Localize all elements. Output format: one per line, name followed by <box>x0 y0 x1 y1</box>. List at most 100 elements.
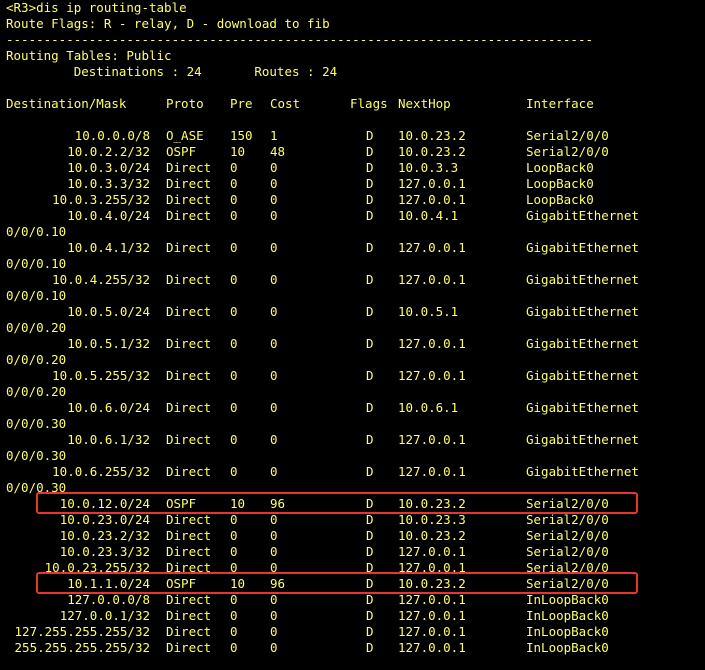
route-destination: 10.0.23.2/32 <box>59 528 150 543</box>
route-nexthop: 127.0.0.1 <box>398 176 466 191</box>
route-pre: 0 <box>230 208 238 223</box>
route-cost: 0 <box>270 544 278 559</box>
route-proto: OSPF <box>166 144 197 159</box>
route-proto: Direct <box>166 272 212 287</box>
route-destination: 10.0.6.1/32 <box>67 432 150 447</box>
header-flags: Flags <box>350 96 388 111</box>
command-prompt-line: <R3>dis ip routing-table <box>6 0 187 15</box>
route-interface: Serial2/0/0 <box>526 528 609 543</box>
route-destination: 10.0.0.0/8 <box>74 128 150 143</box>
table-row: 10.0.3.255/32 Direct 0 0 D 127.0.0.1 LoopBack0 <box>0 192 705 208</box>
route-flags: D <box>366 144 374 159</box>
route-cost: 0 <box>270 432 278 447</box>
table-row: 10.0.4.0/24 Direct 0 0 D 10.0.4.1 GigabitEther… <box>0 208 705 224</box>
route-interface: InLoopBack0 <box>526 624 609 639</box>
route-interface-wrap: 0/0/0.30 <box>6 448 67 463</box>
route-destination: 10.0.4.255/32 <box>52 272 150 287</box>
route-cost: 48 <box>270 144 286 159</box>
route-cost: 0 <box>270 272 278 287</box>
route-proto: Direct <box>166 400 212 415</box>
route-nexthop: 127.0.0.1 <box>398 192 466 207</box>
route-flags: D <box>366 624 374 639</box>
route-proto: Direct <box>166 512 212 527</box>
header-destination: Destination/Mask <box>6 96 127 111</box>
route-interface: LoopBack0 <box>526 192 594 207</box>
route-flags: D <box>366 368 374 383</box>
route-proto: Direct <box>166 208 212 223</box>
route-proto: Direct <box>166 368 212 383</box>
header-pre: Pre <box>230 96 253 111</box>
route-cost: 0 <box>270 176 278 191</box>
table-header: Destination/Mask Proto Pre Cost Flags Ne… <box>0 96 705 112</box>
route-flags: D <box>366 128 374 143</box>
route-proto: Direct <box>166 528 212 543</box>
route-interface: GigabitEthernet <box>526 272 639 287</box>
route-interface: InLoopBack0 <box>526 608 609 623</box>
route-nexthop: 127.0.0.1 <box>398 240 466 255</box>
route-pre: 0 <box>230 192 238 207</box>
route-pre: 0 <box>230 528 238 543</box>
route-destination: 10.0.3.255/32 <box>52 192 150 207</box>
route-nexthop: 127.0.0.1 <box>398 464 466 479</box>
route-flags: D <box>366 160 374 175</box>
route-proto: Direct <box>166 304 212 319</box>
route-flags: D <box>366 336 374 351</box>
route-cost: 0 <box>270 640 278 655</box>
route-interface: GigabitEthernet <box>526 304 639 319</box>
table-row: 10.0.5.1/32 Direct 0 0 D 127.0.0.1 GigabitEthe… <box>0 336 705 352</box>
table-row: 10.0.23.0/24 Direct 0 0 D 10.0.23.3 Serial2/0/… <box>0 512 705 528</box>
routing-tables-line: Routing Tables: Public <box>6 48 172 63</box>
route-destination: 127.255.255.255/32 <box>14 624 150 639</box>
route-interface-wrap: 0/0/0.10 <box>6 256 67 271</box>
route-pre: 0 <box>230 640 238 655</box>
route-cost: 0 <box>270 304 278 319</box>
route-nexthop: 10.0.4.1 <box>398 208 459 223</box>
table-row: 10.0.6.255/32 Direct 0 0 D 127.0.0.1 GigabitEt… <box>0 464 705 480</box>
route-nexthop: 127.0.0.1 <box>398 640 466 655</box>
route-cost: 0 <box>270 192 278 207</box>
table-row: 10.0.23.2/32 Direct 0 0 D 10.0.23.2 Serial2/0/… <box>0 528 705 544</box>
route-nexthop: 10.0.3.3 <box>398 160 459 175</box>
route-interface: GigabitEthernet <box>526 432 639 447</box>
destinations-count-line: Destinations : 24 Routes : 24 <box>6 64 338 79</box>
route-cost: 0 <box>270 528 278 543</box>
route-flags: D <box>366 544 374 559</box>
route-nexthop: 10.0.6.1 <box>398 400 459 415</box>
route-interface: GigabitEthernet <box>526 368 639 383</box>
route-pre: 0 <box>230 432 238 447</box>
route-nexthop: 127.0.0.1 <box>398 544 466 559</box>
route-nexthop: 10.0.5.1 <box>398 304 459 319</box>
route-cost: 0 <box>270 160 278 175</box>
terminal-window[interactable]: <R3>dis ip routing-table Route Flags: R … <box>0 0 705 670</box>
route-flags: D <box>366 272 374 287</box>
route-flags: D <box>366 512 374 527</box>
table-row: 10.0.3.3/32 Direct 0 0 D 127.0.0.1 LoopBack0 <box>0 176 705 192</box>
route-cost: 0 <box>270 512 278 527</box>
route-cost: 0 <box>270 240 278 255</box>
route-destination: 10.0.3.3/32 <box>67 176 150 191</box>
separator-line: ----------------------------------------… <box>6 32 593 47</box>
route-flags: D <box>366 304 374 319</box>
route-pre: 0 <box>230 240 238 255</box>
route-flags: D <box>366 608 374 623</box>
route-proto: Direct <box>166 432 212 447</box>
route-pre: 0 <box>230 160 238 175</box>
route-proto: Direct <box>166 544 212 559</box>
route-destination: 10.0.4.1/32 <box>67 240 150 255</box>
table-row: 10.0.6.1/32 Direct 0 0 D 127.0.0.1 GigabitEthe… <box>0 432 705 448</box>
route-proto: O_ASE <box>166 128 204 143</box>
route-interface-wrap: 0/0/0.10 <box>6 224 67 239</box>
table-row: 127.255.255.255/32 Direct 0 0 D 127.0.0.1 InLo… <box>0 624 705 640</box>
route-cost: 0 <box>270 208 278 223</box>
route-flags: D <box>366 192 374 207</box>
route-pre: 0 <box>230 464 238 479</box>
route-proto: Direct <box>166 464 212 479</box>
route-interface: GigabitEthernet <box>526 400 639 415</box>
route-flags: D <box>366 240 374 255</box>
route-flags: D <box>366 528 374 543</box>
route-destination: 10.0.2.2/32 <box>67 144 150 159</box>
table-row: 10.0.5.0/24 Direct 0 0 D 10.0.5.1 GigabitEther… <box>0 304 705 320</box>
route-cost: 0 <box>270 608 278 623</box>
route-pre: 0 <box>230 336 238 351</box>
route-cost: 0 <box>270 624 278 639</box>
